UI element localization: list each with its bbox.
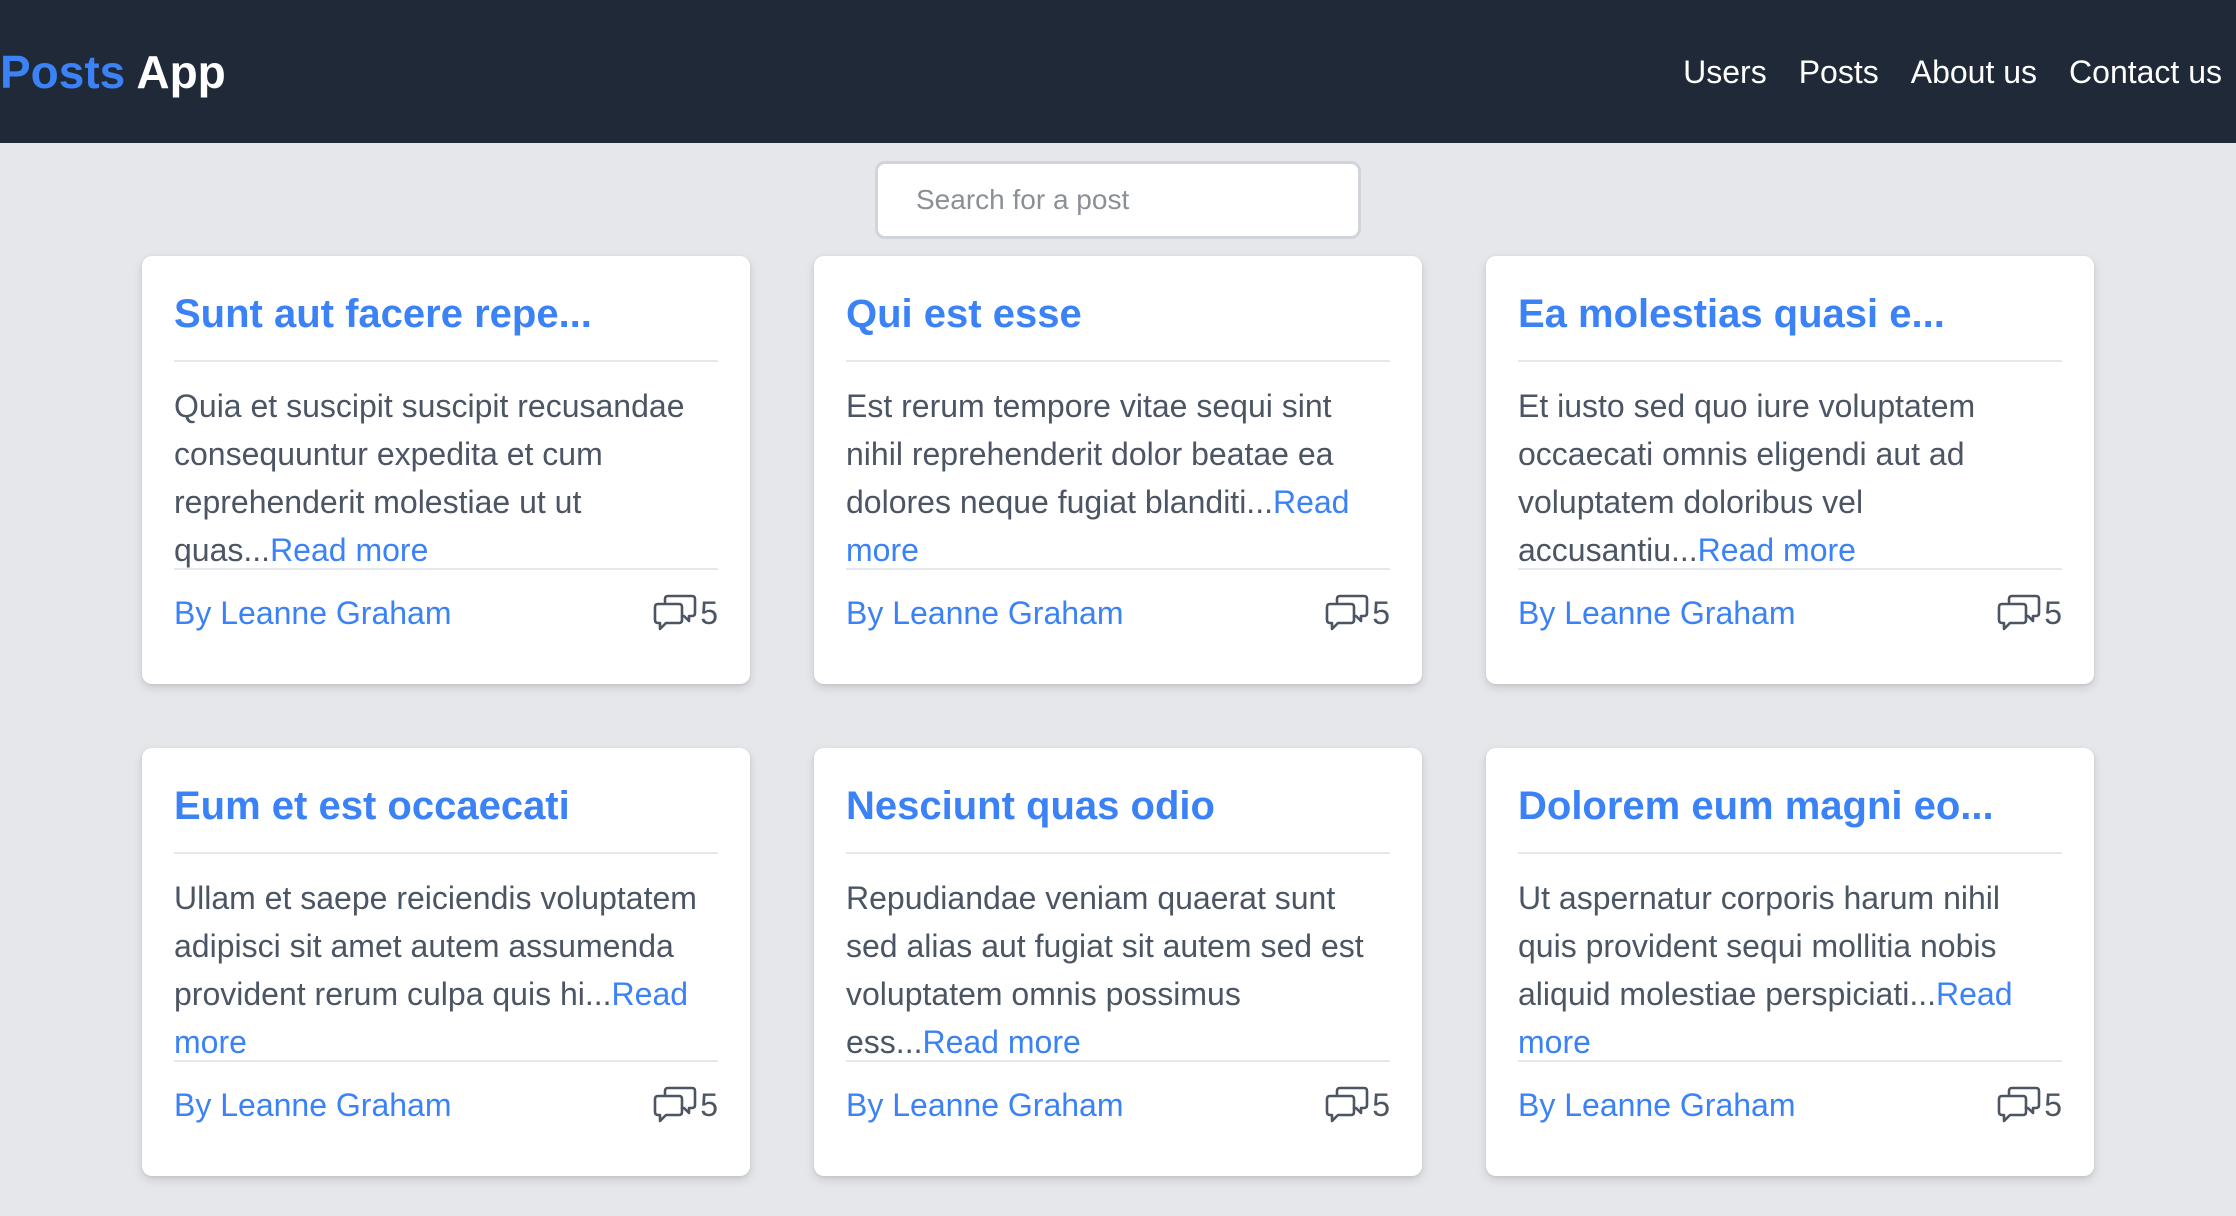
- post-excerpt: Repudiandae veniam quaerat sunt sed alia…: [846, 854, 1390, 1060]
- nav-link-contact-us[interactable]: Contact us: [2069, 50, 2222, 94]
- comments-counter[interactable]: 5: [1324, 1085, 1390, 1125]
- comments-counter[interactable]: 5: [652, 1085, 718, 1125]
- nav-link-users[interactable]: Users: [1683, 50, 1767, 94]
- comments-counter[interactable]: 5: [1996, 1085, 2062, 1125]
- post-card: Eum et est occaecati Ullam et saepe reic…: [142, 748, 750, 1176]
- brand-rest-text: App: [136, 46, 226, 98]
- card-footer: By Leanne Graham 5: [846, 1062, 1390, 1148]
- read-more-link[interactable]: Read more: [1698, 532, 1856, 568]
- post-author[interactable]: By Leanne Graham: [1518, 595, 1796, 632]
- post-card: Nesciunt quas odio Repudiandae veniam qu…: [814, 748, 1422, 1176]
- comments-count: 5: [700, 594, 718, 631]
- post-title[interactable]: Qui est esse: [846, 256, 1390, 360]
- comments-icon: [1997, 594, 2041, 631]
- comments-count: 5: [2044, 1086, 2062, 1123]
- comments-count: 5: [700, 1086, 718, 1123]
- post-title[interactable]: Dolorem eum magni eo...: [1518, 748, 2062, 852]
- app-logo[interactable]: Posts App: [0, 44, 226, 100]
- comments-counter[interactable]: 5: [1324, 593, 1390, 633]
- post-author[interactable]: By Leanne Graham: [1518, 1087, 1796, 1124]
- post-card: Ea molestias quasi e... Et iusto sed quo…: [1486, 256, 2094, 684]
- top-navbar: Posts App Users Posts About us Contact u…: [0, 0, 2236, 143]
- card-footer: By Leanne Graham 5: [174, 1062, 718, 1148]
- comments-count: 5: [1372, 1086, 1390, 1123]
- card-footer: By Leanne Graham 5: [174, 570, 718, 656]
- post-author[interactable]: By Leanne Graham: [846, 1087, 1124, 1124]
- comments-count: 5: [1372, 594, 1390, 631]
- post-excerpt: Ut aspernatur corporis harum nihil quis …: [1518, 854, 2062, 1060]
- post-title[interactable]: Eum et est occaecati: [174, 748, 718, 852]
- comments-icon: [1997, 1086, 2041, 1123]
- comments-icon: [1325, 594, 1369, 631]
- comments-counter[interactable]: 5: [1996, 593, 2062, 633]
- post-title[interactable]: Nesciunt quas odio: [846, 748, 1390, 852]
- post-excerpt-text: Est rerum tempore vitae sequi sint nihil…: [846, 388, 1334, 520]
- read-more-link[interactable]: Read more: [270, 532, 428, 568]
- search-input[interactable]: [875, 161, 1361, 239]
- post-excerpt-text: Quia et suscipit suscipit recusandae con…: [174, 388, 685, 568]
- post-card: Dolorem eum magni eo... Ut aspernatur co…: [1486, 748, 2094, 1176]
- post-author[interactable]: By Leanne Graham: [174, 1087, 452, 1124]
- comments-counter[interactable]: 5: [652, 593, 718, 633]
- nav-link-about-us[interactable]: About us: [1911, 50, 2037, 94]
- card-footer: By Leanne Graham 5: [846, 570, 1390, 656]
- post-excerpt: Quia et suscipit suscipit recusandae con…: [174, 362, 718, 568]
- brand-accent-text: Posts: [0, 46, 126, 98]
- post-title[interactable]: Ea molestias quasi e...: [1518, 256, 2062, 360]
- card-footer: By Leanne Graham 5: [1518, 570, 2062, 656]
- card-footer: By Leanne Graham 5: [1518, 1062, 2062, 1148]
- post-excerpt: Est rerum tempore vitae sequi sint nihil…: [846, 362, 1390, 568]
- comments-icon: [653, 1086, 697, 1123]
- post-excerpt: Ullam et saepe reiciendis voluptatem adi…: [174, 854, 718, 1060]
- search-container: [875, 161, 1361, 239]
- comments-icon: [1325, 1086, 1369, 1123]
- comments-count: 5: [2044, 594, 2062, 631]
- comments-icon: [653, 594, 697, 631]
- read-more-link[interactable]: Read more: [922, 1024, 1080, 1060]
- main-nav: Users Posts About us Contact us: [1683, 50, 2222, 94]
- post-author[interactable]: By Leanne Graham: [174, 595, 452, 632]
- post-excerpt-text: Ut aspernatur corporis harum nihil quis …: [1518, 880, 2000, 1012]
- post-excerpt: Et iusto sed quo iure voluptatem occaeca…: [1518, 362, 2062, 568]
- post-card: Qui est esse Est rerum tempore vitae seq…: [814, 256, 1422, 684]
- post-author[interactable]: By Leanne Graham: [846, 595, 1124, 632]
- post-title[interactable]: Sunt aut facere repe...: [174, 256, 718, 360]
- post-card: Sunt aut facere repe... Quia et suscipit…: [142, 256, 750, 684]
- nav-link-posts[interactable]: Posts: [1799, 50, 1879, 94]
- posts-grid: Sunt aut facere repe... Quia et suscipit…: [142, 256, 2094, 1176]
